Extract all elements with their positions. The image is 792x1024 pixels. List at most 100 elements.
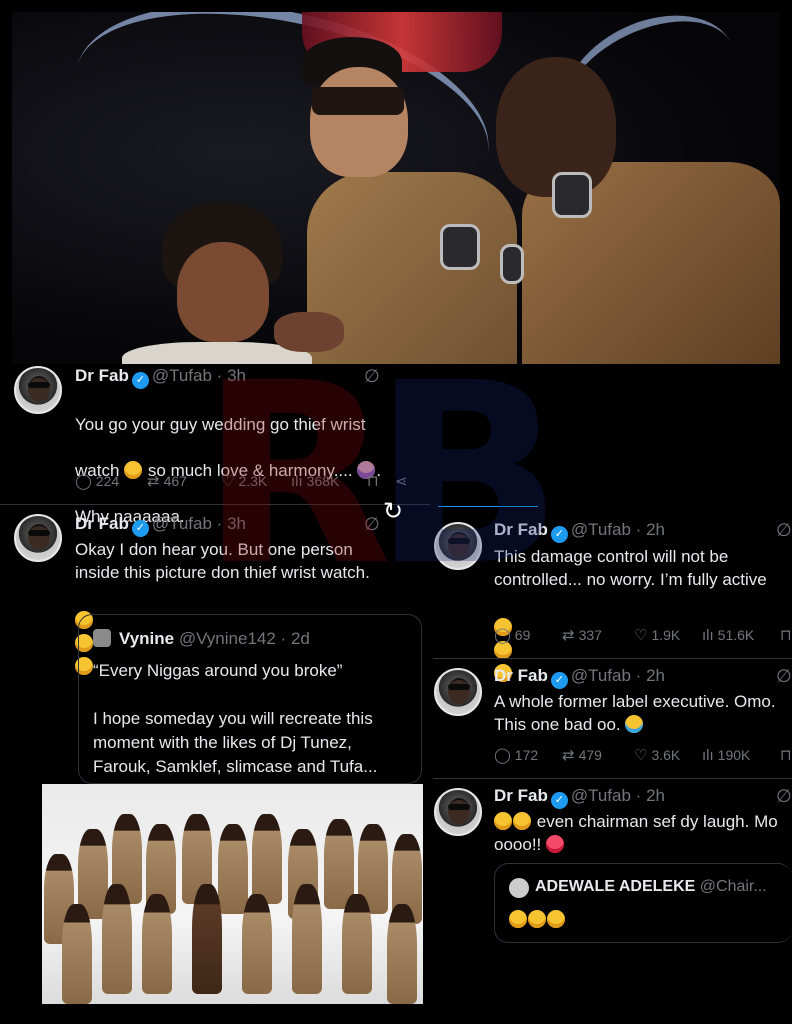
rofl-emoji	[494, 812, 512, 830]
group-member	[387, 904, 417, 1004]
reply-button[interactable]: ◯ 172	[494, 746, 562, 764]
action-bar: ◯ 172 ⇄ 479 ♡ 3.6K ılı 190K ⊓	[494, 746, 792, 765]
bookmark-button[interactable]: ⊓	[780, 626, 792, 644]
reply-icon: ◯	[494, 747, 511, 764]
bookmark-button[interactable]: ⊓	[367, 472, 395, 490]
refresh-icon[interactable]: ↻	[383, 497, 403, 526]
timestamp[interactable]: 3h	[227, 514, 246, 533]
avatar[interactable]	[93, 629, 111, 647]
handle[interactable]: @Tufab	[571, 666, 631, 685]
reply-icon: ◯	[494, 627, 511, 644]
group-photo[interactable]	[42, 784, 423, 1004]
like-button[interactable]: ♡ 1.9K	[634, 626, 702, 644]
rofl-emoji	[509, 910, 527, 928]
verified-badge-icon: ✓	[550, 792, 568, 809]
like-button[interactable]: ♡ 3.6K	[634, 746, 702, 764]
group-member	[192, 884, 222, 994]
timestamp[interactable]: 2d	[291, 629, 310, 648]
repost-button[interactable]: ⇄ 479	[562, 746, 634, 764]
display-name[interactable]: Dr Fab	[75, 366, 129, 385]
grok-icon[interactable]: ∅	[364, 366, 380, 387]
display-name[interactable]: Vynine	[119, 629, 174, 648]
share-button[interactable]: ⋖	[395, 472, 408, 490]
separator: ·	[211, 514, 228, 533]
group-member	[142, 894, 172, 994]
heart-icon: ♡	[634, 747, 648, 764]
display-name[interactable]: Dr Fab	[75, 514, 129, 533]
repost-button[interactable]: ⇄ 467	[147, 472, 221, 490]
divider	[0, 504, 430, 505]
bride-face	[177, 242, 269, 342]
quoted-tweet-text: “Every Niggas around you broke” I hope s…	[93, 661, 378, 776]
tweet-header: Dr Fab ✓ @Tufab · 3h	[75, 366, 246, 389]
quoted-tweet-header: Vynine @Vynine142 · 2d	[119, 629, 310, 649]
tweet-text: This damage control will not be controll…	[494, 547, 767, 589]
handle[interactable]: @Tufab	[152, 366, 212, 385]
views-icon: ılı	[702, 626, 714, 644]
timestamp[interactable]: 2h	[646, 786, 665, 805]
timestamp[interactable]: 2h	[646, 520, 665, 539]
rofl-emoji	[547, 910, 565, 928]
tweet-text: Okay I don hear you. But one person insi…	[75, 540, 370, 582]
timestamp[interactable]: 2h	[646, 666, 665, 685]
avatar[interactable]	[434, 522, 482, 570]
quoted-tweet[interactable]: Vynine @Vynine142 · 2d “Every Niggas aro…	[78, 614, 422, 784]
grok-icon[interactable]: ∅	[776, 786, 792, 807]
wrist-watch	[440, 224, 480, 270]
share-icon: ⋖	[395, 473, 408, 490]
verified-badge-icon: ✓	[131, 372, 149, 389]
avatar[interactable]	[434, 668, 482, 716]
divider	[433, 778, 792, 779]
group-member	[292, 884, 322, 994]
like-button[interactable]: ♡ 2.3K	[221, 472, 291, 490]
group-member	[218, 824, 248, 914]
crying-emoji	[625, 715, 644, 733]
bookmark-icon: ⊓	[367, 473, 379, 490]
tweet-header: Dr Fab ✓ @Tufab · 2h	[494, 786, 665, 809]
handle[interactable]: @Chair...	[700, 878, 767, 895]
avatar[interactable]	[14, 366, 62, 414]
quoted-tweet-header: ADEWALE ADELEKE @Chair...	[535, 878, 767, 896]
display-name[interactable]: Dr Fab	[494, 666, 548, 685]
group-member	[102, 884, 132, 994]
views-button[interactable]: ılı 190K	[702, 746, 780, 764]
display-name[interactable]: Dr Fab	[494, 520, 548, 539]
tweet-text: A whole former label executive. Omo. Thi…	[494, 692, 776, 734]
quoted-tweet[interactable]: ADEWALE ADELEKE @Chair...	[494, 863, 792, 943]
bookmark-icon: ⊓	[780, 747, 792, 764]
avatar[interactable]	[434, 788, 482, 836]
display-name[interactable]: Dr Fab	[494, 786, 548, 805]
avatar[interactable]	[14, 514, 62, 562]
group-member	[342, 894, 372, 994]
views-button[interactable]: ılı 51.6K	[702, 626, 780, 644]
handle[interactable]: @Tufab	[152, 514, 212, 533]
divider	[433, 658, 792, 659]
reply-button[interactable]: ◯ 69	[494, 626, 562, 644]
handle[interactable]: @Tufab	[571, 520, 631, 539]
avatar[interactable]	[509, 878, 529, 898]
sunglasses	[312, 87, 404, 115]
grok-icon[interactable]: ∅	[776, 666, 792, 687]
separator: ·	[211, 366, 228, 385]
tweet-header: Dr Fab ✓ @Tufab · 2h	[494, 520, 665, 543]
rofl-emoji	[528, 910, 546, 928]
views-icon: ılı	[291, 472, 303, 490]
action-bar: ◯ 69 ⇄ 337 ♡ 1.9K ılı 51.6K ⊓	[494, 626, 792, 645]
timestamp[interactable]: 3h	[227, 366, 246, 385]
reply-button[interactable]: ◯ 224	[75, 472, 147, 490]
grok-icon[interactable]: ∅	[776, 520, 792, 541]
handle[interactable]: @Tufab	[571, 786, 631, 805]
bookmark-button[interactable]: ⊓	[780, 746, 792, 764]
verified-badge-icon: ✓	[550, 672, 568, 689]
display-name[interactable]: ADEWALE ADELEKE	[535, 878, 695, 895]
separator: ·	[630, 786, 647, 805]
views-button[interactable]: ılı 368K	[291, 472, 367, 490]
views-icon: ılı	[702, 746, 714, 764]
action-bar: ◯ 224 ⇄ 467 ♡ 2.3K ılı 368K ⊓ ⋖	[75, 472, 408, 491]
grok-icon[interactable]: ∅	[364, 514, 380, 535]
verified-badge-icon: ✓	[550, 526, 568, 543]
repost-button[interactable]: ⇄ 337	[562, 626, 634, 644]
heart-eyes-emoji	[546, 835, 564, 853]
handle[interactable]: @Vynine142	[179, 629, 276, 648]
heart-icon: ♡	[634, 627, 648, 644]
